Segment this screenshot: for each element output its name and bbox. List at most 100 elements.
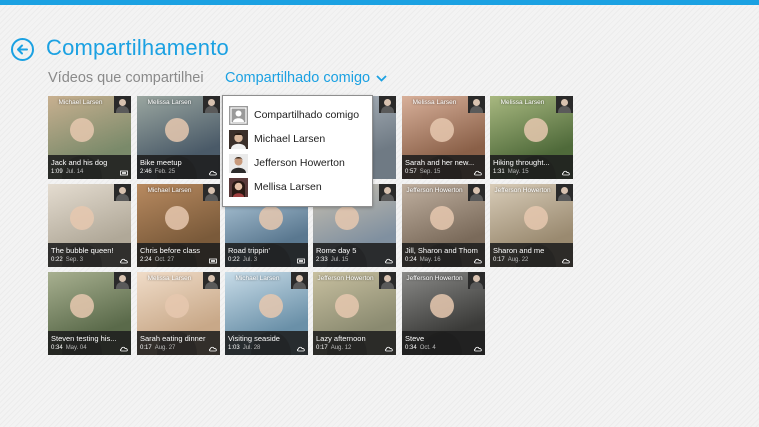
owner-avatar [203, 184, 220, 201]
video-owner-name: Jefferson Howerton [406, 187, 463, 194]
video-title: The bubble queen! [51, 246, 114, 255]
video-owner-name: Michael Larsen [235, 275, 280, 282]
owner-avatar [203, 272, 220, 289]
video-title: Chris before class [140, 246, 201, 255]
video-duration: 1:03 [228, 345, 240, 351]
video-caption: Visiting seaside 1:03 Jul. 28 [225, 331, 308, 355]
cloud-icon [474, 170, 482, 176]
owner-avatar [114, 272, 131, 289]
video-date: May. 16 [419, 257, 441, 263]
cloud-icon [120, 258, 128, 264]
video-meta: 2:33 Jul. 15 [316, 256, 393, 265]
video-date: Feb. 25 [154, 169, 176, 175]
video-tile[interactable]: Michael Larsen Visiting seaside 1:03 Jul. 2… [225, 272, 308, 355]
video-owner-name: Jefferson Howerton [494, 187, 551, 194]
video-caption: Jack and his dog 1:09 Jul. 14 [48, 155, 131, 179]
video-meta: 1:03 Jul. 28 [228, 344, 305, 353]
video-date: Jul. 3 [242, 257, 258, 263]
video-title: Lazy afternoon [316, 334, 366, 343]
video-tile[interactable]: Melissa Larsen Sarah eating dinner 0:17 Aug… [137, 272, 220, 355]
video-date: Sep. 15 [419, 169, 441, 175]
video-date: May. 15 [507, 169, 529, 175]
video-duration: 0:17 [140, 345, 152, 351]
cloud-icon [385, 258, 393, 264]
dropdown-item-michael-larsen[interactable]: Michael Larsen [229, 129, 369, 149]
video-owner-name: Melissa Larsen [147, 275, 192, 282]
video-tile[interactable]: Jefferson Howerton Lazy afternoon 0:17 Aug.… [313, 272, 396, 355]
dropdown-item-label: Michael Larsen [254, 133, 326, 145]
video-title: Jack and his dog [51, 158, 108, 167]
video-meta: 0:34 May. 04 [51, 344, 128, 353]
video-owner-name: Melissa Larsen [412, 99, 457, 106]
video-caption: Jill, Sharon and Thom 0:24 May. 16 [402, 243, 485, 267]
chevron-down-icon [376, 74, 387, 82]
video-meta: 2:24 Oct. 27 [140, 256, 217, 265]
video-tile[interactable]: Michael Larsen Chris before class 2:24 Oct.… [137, 184, 220, 267]
video-caption: Steven testing his... 0:34 May. 04 [48, 331, 131, 355]
cloud-icon [562, 258, 570, 264]
owner-avatar [379, 272, 396, 289]
cloud-icon [120, 346, 128, 352]
avatar [229, 129, 248, 149]
video-owner-name: Jefferson Howerton [317, 275, 374, 282]
video-meta: 0:17 Aug. 22 [493, 256, 570, 265]
owner-avatar [291, 272, 308, 289]
cloud-icon [209, 346, 217, 352]
video-tile[interactable]: Jefferson Howerton Steve 0:34 Oct. 4 [402, 272, 485, 355]
shared-filter-dropdown: Compartilhado comigo Michael Larsen Jeff… [222, 95, 373, 207]
dropdown-item-mellisa-larsen[interactable]: Mellisa Larsen [229, 177, 369, 197]
video-date: May. 04 [65, 345, 87, 351]
tab-shared-with-me-label: Compartilhado comigo [225, 70, 371, 86]
dropdown-item-label: Jefferson Howerton [254, 157, 345, 169]
dropdown-item-label: Compartilhado comigo [254, 109, 360, 121]
top-accent-bar [0, 0, 759, 5]
video-date: Jul. 14 [65, 169, 84, 175]
video-date: Oct. 27 [154, 257, 175, 263]
dropdown-item-shared-with-me[interactable]: Compartilhado comigo [229, 105, 369, 125]
generic-user-icon [229, 105, 248, 125]
cloud-icon [562, 170, 570, 176]
video-caption: Sarah and her new... 0:57 Sep. 15 [402, 155, 485, 179]
video-date: Aug. 22 [507, 257, 529, 263]
video-title: Sarah and her new... [405, 158, 475, 167]
owner-avatar [468, 184, 485, 201]
back-button[interactable] [11, 38, 34, 61]
video-tile[interactable]: Jefferson Howerton Jill, Sharon and Thom 0… [402, 184, 485, 267]
avatar [229, 177, 248, 197]
video-tile[interactable]: Jefferson Howerton Sharon and me 0:17 Aug. … [490, 184, 573, 267]
video-duration: 0:34 [405, 345, 417, 351]
video-tile[interactable]: The bubble queen! 0:22 Sep. 3 [48, 184, 131, 267]
video-caption: Rome day 5 2:33 Jul. 15 [313, 243, 396, 267]
video-caption: Sharon and me 0:17 Aug. 22 [490, 243, 573, 267]
video-caption: Lazy afternoon 0:17 Aug. 12 [313, 331, 396, 355]
video-tile[interactable]: Melissa Larsen Bike meetup 2:46 Feb. 25 [137, 96, 220, 179]
dropdown-item-label: Mellisa Larsen [254, 181, 322, 193]
video-tile[interactable]: Steven testing his... 0:34 May. 04 [48, 272, 131, 355]
video-meta: 0:22 Jul. 3 [228, 256, 305, 265]
video-meta: 2:46 Feb. 25 [140, 168, 217, 177]
video-owner-name: Michael Larsen [147, 187, 192, 194]
video-duration: 0:24 [405, 257, 417, 263]
tab-shared-videos[interactable]: Vídeos que compartilhei [48, 70, 204, 86]
video-caption: Bike meetup 2:46 Feb. 25 [137, 155, 220, 179]
video-tile[interactable]: Michael Larsen Jack and his dog 1:09 Jul. 1… [48, 96, 131, 179]
video-duration: 0:34 [51, 345, 63, 351]
avatar [229, 153, 248, 173]
video-meta: 1:09 Jul. 14 [51, 168, 128, 177]
video-meta: 0:57 Sep. 15 [405, 168, 482, 177]
owner-avatar [203, 96, 220, 113]
video-title: Road trippin' [228, 246, 270, 255]
video-tile[interactable]: Melissa Larsen Hiking throught... 1:31 May.… [490, 96, 573, 179]
owner-avatar [114, 96, 131, 113]
back-arrow-icon [17, 44, 28, 55]
film-icon [209, 258, 217, 264]
tab-shared-with-me[interactable]: Compartilhado comigo [225, 70, 387, 86]
video-tile[interactable]: Melissa Larsen Sarah and her new... 0:57 Se… [402, 96, 485, 179]
film-icon [120, 170, 128, 176]
video-meta: 0:17 Aug. 27 [140, 344, 217, 353]
dropdown-item-jefferson-howerton[interactable]: Jefferson Howerton [229, 153, 369, 173]
cloud-icon [209, 170, 217, 176]
video-date: Aug. 27 [154, 345, 176, 351]
video-duration: 0:22 [228, 257, 240, 263]
video-duration: 2:46 [140, 169, 152, 175]
